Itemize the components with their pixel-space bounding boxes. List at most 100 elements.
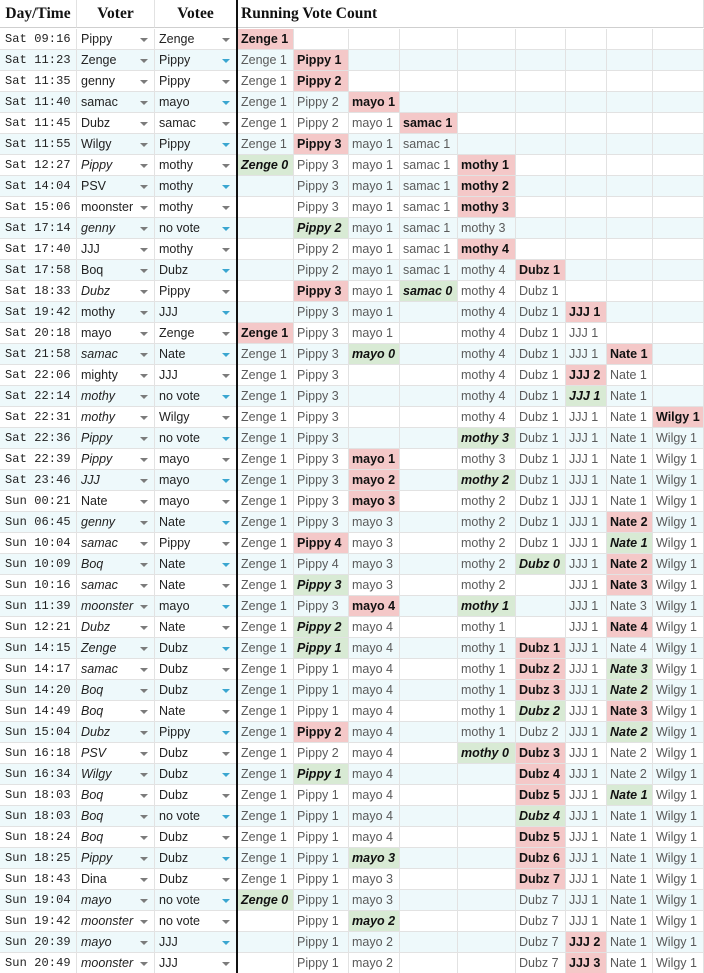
chevron-down-icon[interactable]: [222, 563, 230, 567]
vote-count-cell[interactable]: Dubz 1: [516, 365, 566, 386]
vote-count-cell[interactable]: Wilgy 1: [653, 512, 704, 533]
voter-dropdown[interactable]: Zenge: [77, 638, 155, 659]
votee-dropdown[interactable]: mayo: [155, 596, 237, 617]
vote-count-cell[interactable]: Nate 1: [607, 470, 653, 491]
time-cell[interactable]: Sat 11:45: [0, 113, 77, 134]
vote-count-cell[interactable]: mayo 1: [349, 281, 400, 302]
vote-count-cell[interactable]: mayo 1: [349, 113, 400, 134]
vote-count-cell[interactable]: Dubz 4: [516, 806, 566, 827]
chevron-down-icon[interactable]: [140, 353, 148, 357]
vote-count-cell[interactable]: [458, 953, 516, 973]
vote-count-cell[interactable]: mothy 2: [458, 533, 516, 554]
chevron-down-icon[interactable]: [140, 563, 148, 567]
vote-count-cell[interactable]: [458, 71, 516, 92]
vote-count-cell[interactable]: [653, 323, 704, 344]
time-cell[interactable]: Sun 18:24: [0, 827, 77, 848]
chevron-down-icon[interactable]: [222, 353, 230, 357]
vote-count-cell[interactable]: Zenge 1: [238, 512, 294, 533]
vote-count-cell[interactable]: [607, 155, 653, 176]
vote-count-cell[interactable]: [400, 533, 458, 554]
chevron-down-icon[interactable]: [140, 605, 148, 609]
vote-count-cell[interactable]: Zenge 1: [238, 638, 294, 659]
vote-count-cell[interactable]: [566, 92, 607, 113]
time-cell[interactable]: Sat 12:27: [0, 155, 77, 176]
vote-count-cell[interactable]: [349, 386, 400, 407]
vote-count-cell[interactable]: [400, 659, 458, 680]
vote-count-cell[interactable]: Dubz 1: [516, 323, 566, 344]
chevron-down-icon[interactable]: [140, 941, 148, 945]
chevron-down-icon[interactable]: [222, 59, 230, 63]
vote-count-cell[interactable]: [607, 239, 653, 260]
votee-dropdown[interactable]: Pippy: [155, 134, 237, 155]
vote-count-cell[interactable]: [653, 260, 704, 281]
vote-count-cell[interactable]: mayo 4: [349, 701, 400, 722]
time-cell[interactable]: Sat 15:06: [0, 197, 77, 218]
vote-count-cell[interactable]: mothy 4: [458, 260, 516, 281]
vote-count-cell[interactable]: [400, 344, 458, 365]
vote-count-cell[interactable]: JJJ 1: [566, 701, 607, 722]
vote-count-cell[interactable]: Zenge 1: [238, 449, 294, 470]
voter-dropdown[interactable]: genny: [77, 512, 155, 533]
vote-count-cell[interactable]: Dubz 1: [516, 386, 566, 407]
vote-count-cell[interactable]: Dubz 5: [516, 827, 566, 848]
vote-count-cell[interactable]: Pippy 3: [294, 512, 349, 533]
time-cell[interactable]: Sun 00:21: [0, 491, 77, 512]
vote-count-cell[interactable]: JJJ 1: [566, 806, 607, 827]
votee-dropdown[interactable]: JJJ: [155, 365, 237, 386]
votee-dropdown[interactable]: Dubz: [155, 659, 237, 680]
vote-count-cell[interactable]: Dubz 1: [516, 449, 566, 470]
chevron-down-icon[interactable]: [222, 416, 230, 420]
vote-count-cell[interactable]: JJJ 1: [566, 512, 607, 533]
vote-count-cell[interactable]: [349, 71, 400, 92]
vote-count-cell[interactable]: Wilgy 1: [653, 638, 704, 659]
chevron-down-icon[interactable]: [140, 269, 148, 273]
voter-dropdown[interactable]: Zenge: [77, 50, 155, 71]
chevron-down-icon[interactable]: [140, 542, 148, 546]
vote-count-cell[interactable]: Nate 3: [607, 575, 653, 596]
vote-count-cell[interactable]: [238, 302, 294, 323]
vote-count-cell[interactable]: JJJ 2: [566, 932, 607, 953]
vote-count-cell[interactable]: Zenge 1: [238, 827, 294, 848]
vote-count-cell[interactable]: Pippy 3: [294, 428, 349, 449]
vote-count-cell[interactable]: JJJ 1: [566, 785, 607, 806]
chevron-down-icon[interactable]: [222, 458, 230, 462]
vote-count-cell[interactable]: [516, 29, 566, 50]
vote-count-cell[interactable]: [653, 239, 704, 260]
time-cell[interactable]: Sun 20:39: [0, 932, 77, 953]
chevron-down-icon[interactable]: [222, 437, 230, 441]
voter-dropdown[interactable]: mighty: [77, 365, 155, 386]
vote-count-cell[interactable]: JJJ 3: [566, 953, 607, 973]
time-cell[interactable]: Sat 17:40: [0, 239, 77, 260]
vote-count-cell[interactable]: mayo 3: [349, 848, 400, 869]
vote-count-cell[interactable]: Pippy 4: [294, 554, 349, 575]
vote-count-cell[interactable]: mothy 4: [458, 281, 516, 302]
voter-dropdown[interactable]: samac: [77, 533, 155, 554]
vote-count-cell[interactable]: Zenge 1: [238, 806, 294, 827]
time-cell[interactable]: Sun 14:17: [0, 659, 77, 680]
vote-count-cell[interactable]: Nate 1: [607, 806, 653, 827]
chevron-down-icon[interactable]: [140, 731, 148, 735]
vote-count-cell[interactable]: [400, 470, 458, 491]
chevron-down-icon[interactable]: [222, 857, 230, 861]
voter-dropdown[interactable]: Dubz: [77, 722, 155, 743]
vote-count-cell[interactable]: Pippy 1: [294, 764, 349, 785]
vote-count-cell[interactable]: mayo 1: [349, 239, 400, 260]
vote-count-cell[interactable]: Pippy 1: [294, 806, 349, 827]
chevron-down-icon[interactable]: [140, 143, 148, 147]
vote-count-cell[interactable]: Nate 3: [607, 596, 653, 617]
voter-dropdown[interactable]: moonster: [77, 197, 155, 218]
vote-count-cell[interactable]: JJJ 1: [566, 386, 607, 407]
votee-dropdown[interactable]: mayo: [155, 92, 237, 113]
votee-dropdown[interactable]: Pippy: [155, 281, 237, 302]
chevron-down-icon[interactable]: [140, 332, 148, 336]
vote-count-cell[interactable]: [653, 113, 704, 134]
vote-count-cell[interactable]: Zenge 1: [238, 29, 294, 50]
vote-count-cell[interactable]: Dubz 7: [516, 869, 566, 890]
vote-count-cell[interactable]: [400, 554, 458, 575]
vote-count-cell[interactable]: mothy 3: [458, 428, 516, 449]
vote-count-cell[interactable]: Zenge 0: [238, 155, 294, 176]
vote-count-cell[interactable]: Wilgy 1: [653, 680, 704, 701]
vote-count-cell[interactable]: mayo 3: [349, 869, 400, 890]
vote-count-cell[interactable]: [516, 218, 566, 239]
vote-count-cell[interactable]: mayo 0: [349, 344, 400, 365]
